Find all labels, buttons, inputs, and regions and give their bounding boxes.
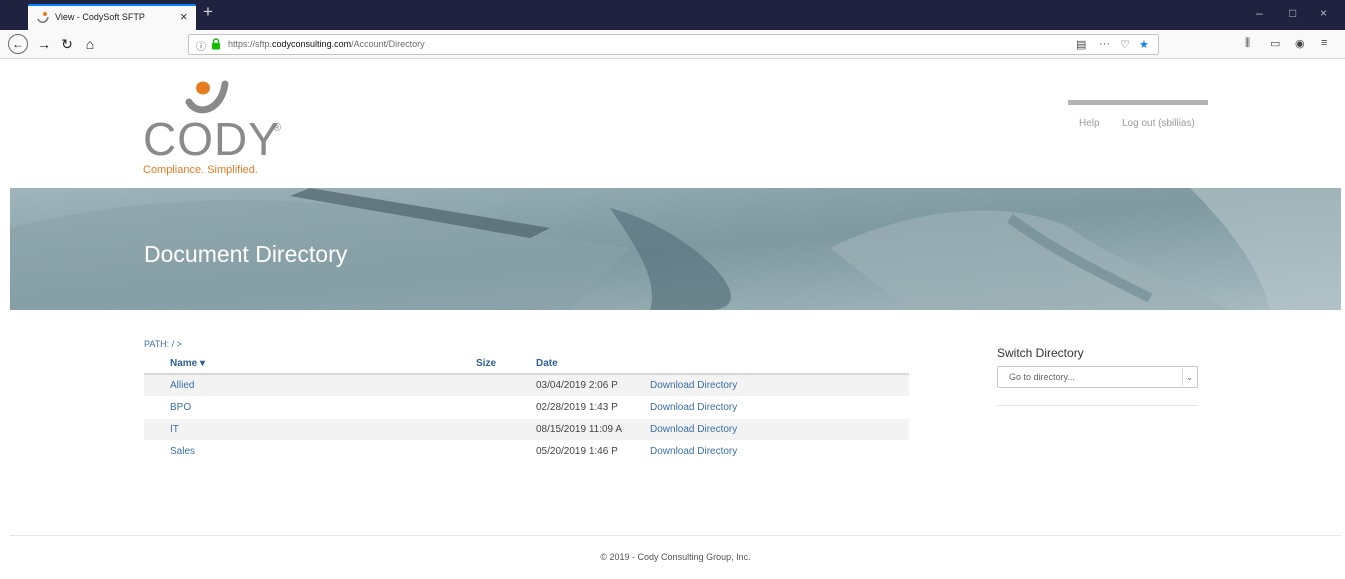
help-link[interactable]: Help: [1079, 118, 1100, 129]
url-bar[interactable]: ⓘ https://sftp.codyconsulting.com/Accoun…: [188, 34, 1159, 55]
page-title: Document Directory: [144, 241, 348, 267]
back-icon[interactable]: ←: [8, 34, 28, 54]
directory-table: Name ▾ Size Date Allied 03/04/2019 2:06 …: [144, 353, 909, 462]
info-icon[interactable]: ⓘ: [196, 38, 206, 53]
folder-link[interactable]: Allied: [170, 380, 194, 391]
menu-icon[interactable]: ≡: [1321, 37, 1327, 49]
bookmark-star-icon[interactable]: ★: [1139, 38, 1149, 51]
logo-wordmark: CODY: [143, 113, 280, 165]
pocket-icon[interactable]: ♡: [1120, 38, 1130, 51]
tab-title: View - CodySoft SFTP: [55, 12, 145, 22]
size-cell: [450, 373, 510, 396]
divider: [997, 405, 1198, 406]
column-header-size[interactable]: Size: [450, 353, 510, 375]
logo-mark-icon: [185, 80, 229, 114]
switch-directory-heading: Switch Directory: [997, 346, 1084, 360]
footer-copyright: © 2019 - Cody Consulting Group, Inc.: [600, 552, 751, 562]
directory-select[interactable]: Go to directory... ⌄: [997, 366, 1198, 388]
folder-link[interactable]: BPO: [170, 402, 191, 413]
minimize-icon[interactable]: –: [1256, 6, 1263, 20]
cody-logo[interactable]: CODY ® Compliance. Simplified.: [143, 78, 303, 178]
browser-tab[interactable]: View - CodySoft SFTP ×: [28, 4, 196, 30]
close-window-icon[interactable]: ×: [1320, 6, 1327, 20]
table-row: IT 08/15/2019 11:09 A Download Directory: [144, 417, 909, 440]
lock-icon: [212, 38, 220, 50]
folder-link[interactable]: IT: [170, 424, 179, 435]
folder-link[interactable]: Sales: [170, 446, 195, 457]
download-directory-link[interactable]: Download Directory: [650, 446, 737, 457]
table-row: BPO 02/28/2019 1:43 P Download Directory: [144, 395, 909, 418]
date-cell: 08/15/2019 11:09 A: [510, 417, 624, 440]
logo-registered-mark: ®: [273, 122, 282, 134]
download-directory-link[interactable]: Download Directory: [650, 380, 737, 391]
library-icon[interactable]: ⫼: [1245, 37, 1250, 50]
home-icon[interactable]: ⌂: [80, 34, 100, 54]
url-text[interactable]: https://sftp.codyconsulting.com/Account/…: [228, 39, 425, 49]
forward-icon[interactable]: →: [34, 34, 54, 54]
account-icon[interactable]: ◉: [1295, 37, 1305, 50]
date-cell: 02/28/2019 1:43 P: [510, 395, 624, 418]
table-header-row: Name ▾ Size Date: [144, 353, 909, 375]
tab-close-icon[interactable]: ×: [180, 9, 188, 24]
logo-tagline: Compliance. Simplified.: [143, 164, 258, 176]
date-cell: 05/20/2019 1:46 P: [510, 439, 624, 462]
table-row: Allied 03/04/2019 2:06 P Download Direct…: [144, 373, 909, 396]
column-header-name[interactable]: Name ▾: [144, 353, 450, 375]
size-cell: [450, 417, 510, 440]
hero-banner: Document Directory: [10, 188, 1341, 310]
date-cell: 03/04/2019 2:06 P: [510, 373, 624, 396]
download-directory-link[interactable]: Download Directory: [650, 424, 737, 435]
header-accent-bar: [1068, 100, 1208, 105]
reload-icon[interactable]: ↻: [57, 34, 77, 54]
column-header-action: [624, 353, 909, 375]
directory-select-value: Go to directory...: [1009, 372, 1075, 382]
breadcrumb[interactable]: PATH: / >: [144, 339, 182, 349]
more-icon[interactable]: ···: [1099, 38, 1110, 50]
download-directory-link[interactable]: Download Directory: [650, 402, 737, 413]
sidebar-icon[interactable]: ▭: [1270, 37, 1280, 50]
size-cell: [450, 395, 510, 418]
column-header-date[interactable]: Date: [510, 353, 624, 375]
maximize-icon[interactable]: □: [1289, 6, 1296, 20]
reader-view-icon[interactable]: ▤: [1076, 38, 1086, 51]
footer-divider: [10, 535, 1341, 536]
table-row: Sales 05/20/2019 1:46 P Download Directo…: [144, 439, 909, 462]
page-content: CODY ® Compliance. Simplified. Help Log …: [10, 60, 1341, 579]
logout-link[interactable]: Log out (sbillias): [1122, 118, 1195, 129]
browser-navbar: ← → ↻ ⌂ ⓘ https://sftp.codyconsulting.co…: [0, 30, 1345, 59]
cody-favicon-icon: [37, 12, 49, 23]
dropdown-arrow-icon[interactable]: ⌄: [1182, 368, 1196, 386]
browser-titlebar: View - CodySoft SFTP × + – □ ×: [0, 0, 1345, 30]
size-cell: [450, 439, 510, 462]
new-tab-icon[interactable]: +: [203, 2, 213, 22]
chevron-down-icon: ▾: [200, 357, 206, 369]
